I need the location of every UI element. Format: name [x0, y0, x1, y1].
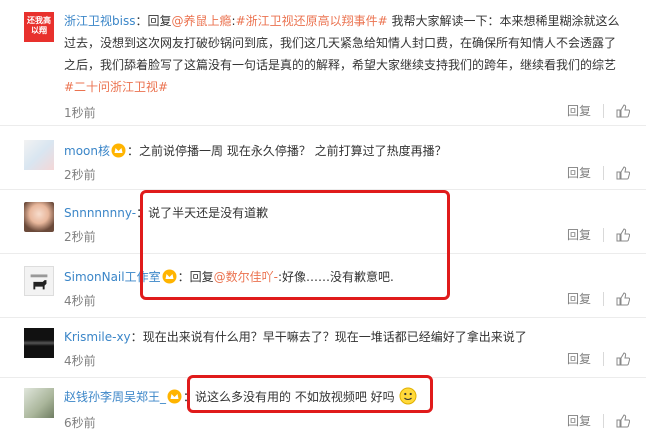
dog-logo-icon	[30, 274, 48, 290]
separator: ：	[183, 390, 196, 404]
thumbs-up-icon[interactable]	[616, 292, 630, 306]
timestamp: 6秒前	[64, 416, 96, 430]
timestamp: 2秒前	[64, 168, 96, 182]
comment-text: 现在出来说有什么用？早干嘛去了？现在一堆话都已经编好了拿出来说了	[142, 330, 527, 344]
separator: ：	[126, 144, 139, 158]
username[interactable]: Snnnnnnny-	[64, 206, 136, 220]
mention-link[interactable]: @养鼠上瘾	[172, 14, 232, 28]
comment-item: SimonNail工作室 ：回复@数尔佳吖-:好像……没有歉意吧. 4秒前 回复	[0, 254, 646, 318]
reply-button[interactable]: 回复	[567, 414, 604, 428]
thumbs-up-icon[interactable]	[616, 228, 630, 242]
username[interactable]: 赵钱孙李周吴郑王_	[64, 390, 166, 404]
thumbs-up-icon[interactable]	[616, 352, 630, 366]
reply-button[interactable]: 回复	[567, 292, 604, 306]
hashtag-link[interactable]: #浙江卫视还原高以翔事件#	[236, 14, 388, 28]
reply-prefix: 回复	[189, 270, 214, 284]
username[interactable]: moon核	[64, 144, 110, 158]
comment-item: 还我高以翔 浙江卫视biss：回复@养鼠上瘾:#浙江卫视还原高以翔事件# 我帮大…	[0, 0, 646, 126]
separator: ：	[135, 14, 148, 28]
avatar[interactable]	[24, 328, 54, 358]
comment-text: 说了半天还是没有道歉	[148, 206, 269, 220]
separator: ：	[177, 270, 190, 284]
thumbs-up-icon[interactable]	[616, 414, 630, 428]
avatar[interactable]	[24, 140, 54, 170]
timestamp: 1秒前	[64, 106, 96, 120]
timestamp: 4秒前	[64, 294, 96, 308]
separator: ：	[136, 206, 149, 220]
reply-button[interactable]: 回复	[567, 166, 604, 180]
comment-text: :好像……没有歉意吧.	[277, 270, 394, 284]
thumbs-up-icon[interactable]	[616, 104, 630, 118]
reply-prefix: 回复	[147, 14, 172, 28]
comment-item: Krismile-xy：现在出来说有什么用？早干嘛去了？现在一堆话都已经编好了拿…	[0, 318, 646, 378]
username[interactable]: Krismile-xy	[64, 330, 131, 344]
comment-text: 之前说停播一周 现在永久停播？ 之前打算过了热度再播？	[139, 144, 447, 158]
crown-badge-icon	[111, 143, 126, 158]
comment-text: 说这么多没有用的 不如放视频吧 好吗	[195, 390, 395, 404]
avatar[interactable]	[24, 266, 54, 296]
comment-item: 赵钱孙李周吴郑王_ ：说这么多没有用的 不如放视频吧 好吗 6秒前 回复	[0, 378, 646, 438]
username[interactable]: SimonNail工作室	[64, 270, 161, 284]
smile-emoji-icon	[399, 387, 416, 405]
crown-badge-icon	[167, 389, 182, 404]
crown-badge-icon	[162, 269, 177, 284]
thumbs-up-icon[interactable]	[616, 166, 630, 180]
comment-item: Snnnnnnny-：说了半天还是没有道歉 2秒前 回复	[0, 190, 646, 254]
comment-item: moon核 ：之前说停播一周 现在永久停播？ 之前打算过了热度再播？ 2秒前 回复	[0, 126, 646, 190]
timestamp: 2秒前	[64, 230, 96, 244]
mention-link[interactable]: @数尔佳吖-	[214, 270, 278, 284]
avatar[interactable]	[24, 202, 54, 232]
avatar-label: 还我高以翔	[27, 16, 51, 35]
separator: ：	[130, 330, 143, 344]
avatar[interactable]	[24, 388, 54, 418]
hashtag-link[interactable]: #二十问浙江卫视#	[64, 80, 168, 94]
timestamp: 4秒前	[64, 354, 96, 368]
reply-button[interactable]: 回复	[567, 352, 604, 366]
reply-button[interactable]: 回复	[567, 228, 604, 242]
avatar[interactable]: 还我高以翔	[24, 12, 54, 42]
reply-button[interactable]: 回复	[567, 104, 604, 118]
username[interactable]: 浙江卫视biss	[64, 14, 135, 28]
